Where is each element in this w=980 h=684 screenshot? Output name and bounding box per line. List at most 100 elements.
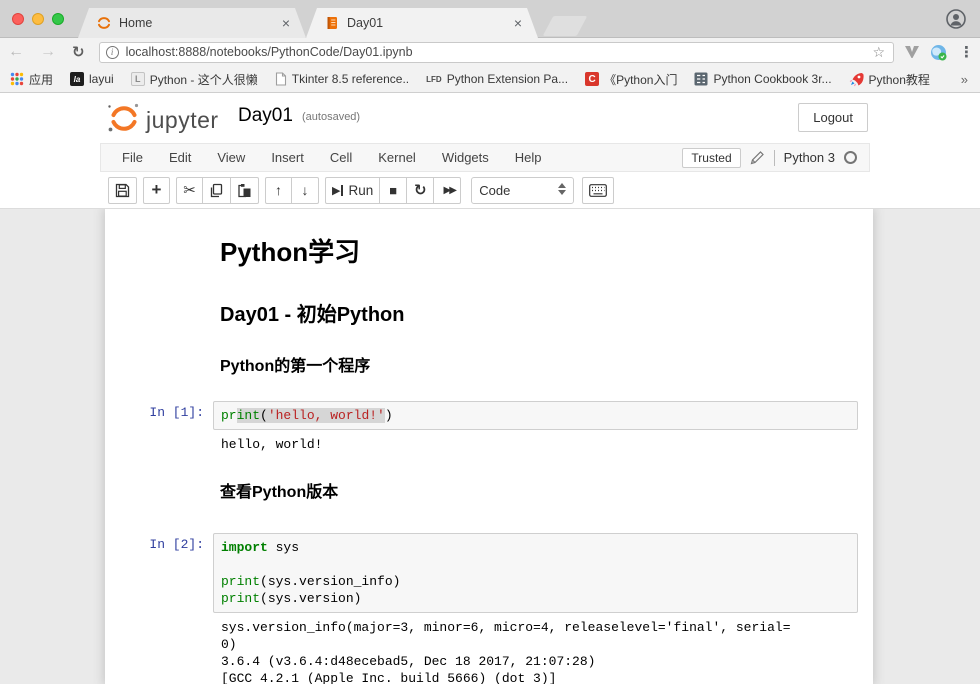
paste-cell-button[interactable] bbox=[231, 177, 259, 204]
notebook-toolbar: + ✂ ↑ ↓ ▶ bbox=[100, 172, 870, 208]
floppy-icon bbox=[115, 183, 130, 198]
bookmark-python-extension[interactable]: LFD Python Extension Pa... bbox=[426, 72, 568, 86]
stdout-line: 0) bbox=[221, 636, 858, 653]
markdown-heading1[interactable]: Python学习 bbox=[220, 232, 838, 269]
rocket-favicon bbox=[849, 72, 864, 87]
code-cell-2[interactable]: In [2]: import sys print(sys.version_inf… bbox=[118, 529, 858, 613]
jupyter-wordmark: jupyter bbox=[146, 106, 219, 136]
bookmark-python-lazy[interactable]: L Python - 这个人很懒 bbox=[131, 71, 258, 88]
bookmark-apps[interactable]: 应用 bbox=[10, 71, 53, 88]
tab-day01-label: Day01 bbox=[347, 16, 512, 30]
menu-help[interactable]: Help bbox=[502, 150, 555, 165]
bookmark-label: Tkinter 8.5 reference.. bbox=[292, 72, 409, 86]
kernel-name-label: Python 3 bbox=[784, 150, 835, 165]
bookmarks-bar: 应用 la layui L Python - 这个人很懒 Tkinter 8.5… bbox=[0, 66, 980, 93]
jupyter-logo-icon bbox=[106, 100, 142, 136]
menu-insert[interactable]: Insert bbox=[258, 150, 317, 165]
notebook-scroll-area[interactable]: Python学习 Day01 - 初始Python Python的第一个程序 I… bbox=[0, 208, 980, 684]
idm-extension-icon[interactable] bbox=[904, 45, 920, 59]
move-cell-down-button[interactable]: ↓ bbox=[292, 177, 319, 204]
back-button[interactable]: ← bbox=[0, 44, 32, 60]
move-cell-up-button[interactable]: ↑ bbox=[265, 177, 292, 204]
dropdown-caret-icon bbox=[558, 183, 566, 195]
close-window-button[interactable] bbox=[12, 13, 24, 25]
bookmark-label: Python - 这个人很懒 bbox=[150, 71, 258, 88]
bookmark-star-icon[interactable]: ☆ bbox=[870, 44, 887, 61]
bookmark-label: Python Extension Pa... bbox=[447, 72, 568, 86]
input-prompt: In [2]: bbox=[118, 529, 213, 613]
jupyter-header: jupyter Day01 (autosaved) Logout bbox=[0, 93, 980, 143]
logout-button[interactable]: Logout bbox=[798, 103, 868, 132]
profile-avatar-icon[interactable] bbox=[946, 9, 966, 29]
bookmark-label: 《Python入门 bbox=[604, 71, 677, 88]
url-input[interactable]: i localhost:8888/notebooks/PythonCode/Da… bbox=[99, 42, 894, 63]
code-input-2[interactable]: import sys print(sys.version_info)print(… bbox=[213, 533, 858, 613]
letter-l-favicon: L bbox=[131, 72, 145, 86]
jupyter-logo[interactable]: jupyter bbox=[106, 100, 219, 136]
cell-type-dropdown[interactable]: Code bbox=[471, 177, 574, 204]
tab-home[interactable]: Home × bbox=[78, 8, 306, 38]
url-text[interactable]: localhost:8888/notebooks/PythonCode/Day0… bbox=[126, 45, 871, 59]
site-info-icon[interactable]: i bbox=[106, 46, 119, 59]
grid-book-favicon bbox=[694, 72, 708, 86]
run-cell-button[interactable]: ▶ Run bbox=[325, 177, 380, 204]
bookmark-python-intro[interactable]: C 《Python入门 bbox=[585, 71, 677, 88]
letter-c-favicon: C bbox=[585, 72, 599, 86]
bookmark-tkinter[interactable]: Tkinter 8.5 reference.. bbox=[275, 72, 409, 86]
restart-kernel-button[interactable]: ↻ bbox=[407, 177, 434, 204]
copy-cell-button[interactable] bbox=[203, 177, 231, 204]
menu-file[interactable]: File bbox=[109, 150, 156, 165]
command-palette-button[interactable] bbox=[582, 177, 614, 204]
chrome-menu-icon[interactable]: ⋮ bbox=[957, 43, 980, 61]
menu-kernel[interactable]: Kernel bbox=[365, 150, 429, 165]
bookmark-label: layui bbox=[89, 72, 114, 86]
code-input-1[interactable]: print('hello, world!') bbox=[213, 401, 858, 430]
autosave-status: (autosaved) bbox=[302, 111, 360, 123]
markdown-heading2[interactable]: Day01 - 初始Python bbox=[220, 298, 838, 327]
save-button[interactable] bbox=[108, 177, 137, 204]
bookmark-python-tutorial[interactable]: Python教程 bbox=[849, 71, 930, 88]
notebook-page: Python学习 Day01 - 初始Python Python的第一个程序 I… bbox=[105, 209, 873, 684]
menu-view[interactable]: View bbox=[204, 150, 258, 165]
extension-icons: ⋮ bbox=[904, 43, 980, 61]
cut-cell-button[interactable]: ✂ bbox=[176, 177, 203, 204]
reload-button[interactable]: ↻ bbox=[64, 45, 93, 60]
globe-extension-icon[interactable] bbox=[930, 44, 947, 61]
interrupt-kernel-button[interactable]: ■ bbox=[380, 177, 407, 204]
bookmark-cookbook[interactable]: Python Cookbook 3r... bbox=[694, 72, 831, 86]
bookmark-layui[interactable]: la layui bbox=[70, 72, 114, 86]
notebook-menubar: File Edit View Insert Cell Kernel Widget… bbox=[100, 143, 870, 172]
stdout-line: sys.version_info(major=3, minor=6, micro… bbox=[221, 619, 858, 636]
tab-home-close-icon[interactable]: × bbox=[280, 15, 292, 31]
tab-day01-close-icon[interactable]: × bbox=[512, 15, 524, 31]
output-area-1: hello, world! bbox=[118, 430, 858, 453]
markdown-heading3-first-program[interactable]: Python的第一个程序 bbox=[220, 352, 838, 376]
markdown-heading3-version[interactable]: 查看Python版本 bbox=[220, 478, 838, 502]
bookmark-label: Python Cookbook 3r... bbox=[713, 72, 831, 86]
notebook-title[interactable]: Day01 bbox=[238, 105, 293, 127]
page-favicon bbox=[275, 72, 287, 86]
menu-widgets[interactable]: Widgets bbox=[429, 150, 502, 165]
paste-icon bbox=[237, 183, 252, 198]
code-cell-1[interactable]: In [1]: print('hello, world!') bbox=[118, 397, 858, 430]
window-controls bbox=[12, 13, 64, 25]
bookmark-label: 应用 bbox=[29, 71, 53, 88]
add-cell-button[interactable]: + bbox=[143, 177, 170, 204]
menubar-right: Trusted Python 3 bbox=[682, 148, 861, 168]
tab-strip: Home × Day01 × bbox=[0, 0, 980, 38]
forward-button[interactable]: → bbox=[32, 44, 64, 60]
stdout-line: [GCC 4.2.1 (Apple Inc. build 5666) (dot … bbox=[221, 670, 858, 684]
new-tab-button[interactable] bbox=[543, 16, 588, 36]
input-prompt: In [1]: bbox=[118, 397, 213, 430]
trusted-button[interactable]: Trusted bbox=[682, 148, 740, 168]
run-icon-bar bbox=[341, 185, 343, 196]
menu-edit[interactable]: Edit bbox=[156, 150, 204, 165]
restart-run-all-button[interactable]: ▶▶ bbox=[434, 177, 461, 204]
zoom-window-button[interactable] bbox=[52, 13, 64, 25]
menu-cell[interactable]: Cell bbox=[317, 150, 365, 165]
kernel-idle-indicator-icon bbox=[844, 151, 857, 164]
minimize-window-button[interactable] bbox=[32, 13, 44, 25]
bookmarks-overflow-icon[interactable]: » bbox=[961, 72, 970, 87]
tab-day01[interactable]: Day01 × bbox=[306, 8, 538, 38]
output-area-2: sys.version_info(major=3, minor=6, micro… bbox=[118, 613, 858, 684]
